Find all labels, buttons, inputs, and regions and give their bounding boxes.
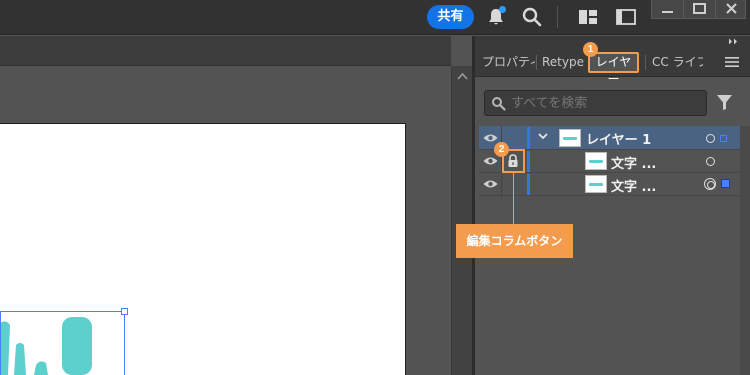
eye-icon[interactable] bbox=[483, 133, 498, 143]
layer-thumbnail bbox=[585, 152, 607, 170]
minimize-button[interactable] bbox=[652, 0, 684, 18]
selection-indicator[interactable] bbox=[721, 179, 730, 188]
layer-thumbnail bbox=[559, 129, 581, 147]
maximize-icon bbox=[693, 3, 706, 14]
notification-dot bbox=[499, 6, 506, 13]
tab-retype[interactable]: Retype bbox=[542, 47, 584, 77]
eye-icon[interactable] bbox=[483, 156, 498, 166]
eye-icon[interactable] bbox=[483, 179, 498, 189]
callout-label: 編集コラムボタン bbox=[456, 224, 573, 258]
layer-search-field[interactable] bbox=[484, 90, 707, 116]
layer-color-bar bbox=[527, 127, 530, 149]
lock-icon[interactable] bbox=[507, 154, 519, 168]
search-icon[interactable] bbox=[521, 6, 543, 28]
close-icon bbox=[726, 3, 737, 14]
tab-layers[interactable]: レイヤー bbox=[588, 52, 639, 86]
application-bar bbox=[0, 0, 750, 35]
target-icon[interactable] bbox=[706, 134, 715, 143]
layer-color-bar bbox=[527, 174, 530, 195]
collapse-panels-icon[interactable] bbox=[728, 38, 740, 45]
layer-name[interactable]: レイヤー 1 bbox=[586, 129, 651, 148]
close-button[interactable] bbox=[716, 0, 747, 18]
step-badge-1: 1 bbox=[583, 42, 598, 57]
tab-divider bbox=[645, 55, 646, 70]
selection-bounding-box[interactable] bbox=[0, 311, 125, 375]
vertical-scrollbar[interactable] bbox=[451, 66, 473, 375]
selection-indicator[interactable] bbox=[720, 135, 727, 142]
layer-name[interactable]: 文字 ... bbox=[611, 153, 656, 172]
filter-icon[interactable] bbox=[716, 94, 733, 111]
scroll-up-icon[interactable] bbox=[457, 72, 468, 80]
layer-color-bar bbox=[527, 151, 530, 172]
chevron-down-icon[interactable] bbox=[538, 131, 548, 141]
toolbar-divider bbox=[557, 6, 558, 28]
arrange-documents-icon[interactable] bbox=[577, 7, 599, 27]
search-icon bbox=[492, 97, 506, 111]
share-button[interactable]: 共有 bbox=[427, 5, 474, 29]
layer-search-input[interactable] bbox=[511, 91, 701, 115]
tab-properties[interactable]: プロパティ bbox=[482, 47, 535, 77]
minimize-icon bbox=[662, 11, 673, 13]
step-badge-2: 2 bbox=[494, 142, 509, 157]
callout-line bbox=[513, 173, 514, 224]
tab-divider bbox=[536, 55, 537, 70]
target-icon[interactable] bbox=[706, 157, 715, 166]
document-tab-bar bbox=[0, 36, 451, 66]
panel-menu-icon[interactable] bbox=[725, 56, 739, 68]
layers-scrollbar[interactable] bbox=[740, 126, 750, 375]
tab-cc-libraries[interactable]: CC ライブラリ bbox=[652, 47, 703, 77]
selection-handle[interactable] bbox=[121, 308, 128, 315]
layer-name[interactable]: 文字 ... bbox=[611, 176, 656, 195]
layer-thumbnail bbox=[585, 175, 607, 193]
layer-row[interactable] bbox=[479, 173, 740, 196]
screen-mode-icon[interactable] bbox=[615, 7, 637, 27]
maximize-button[interactable] bbox=[684, 0, 716, 18]
window-controls bbox=[651, 0, 746, 19]
target-appearance-icon[interactable] bbox=[704, 178, 716, 190]
panel-collapse-bar[interactable] bbox=[475, 36, 750, 47]
